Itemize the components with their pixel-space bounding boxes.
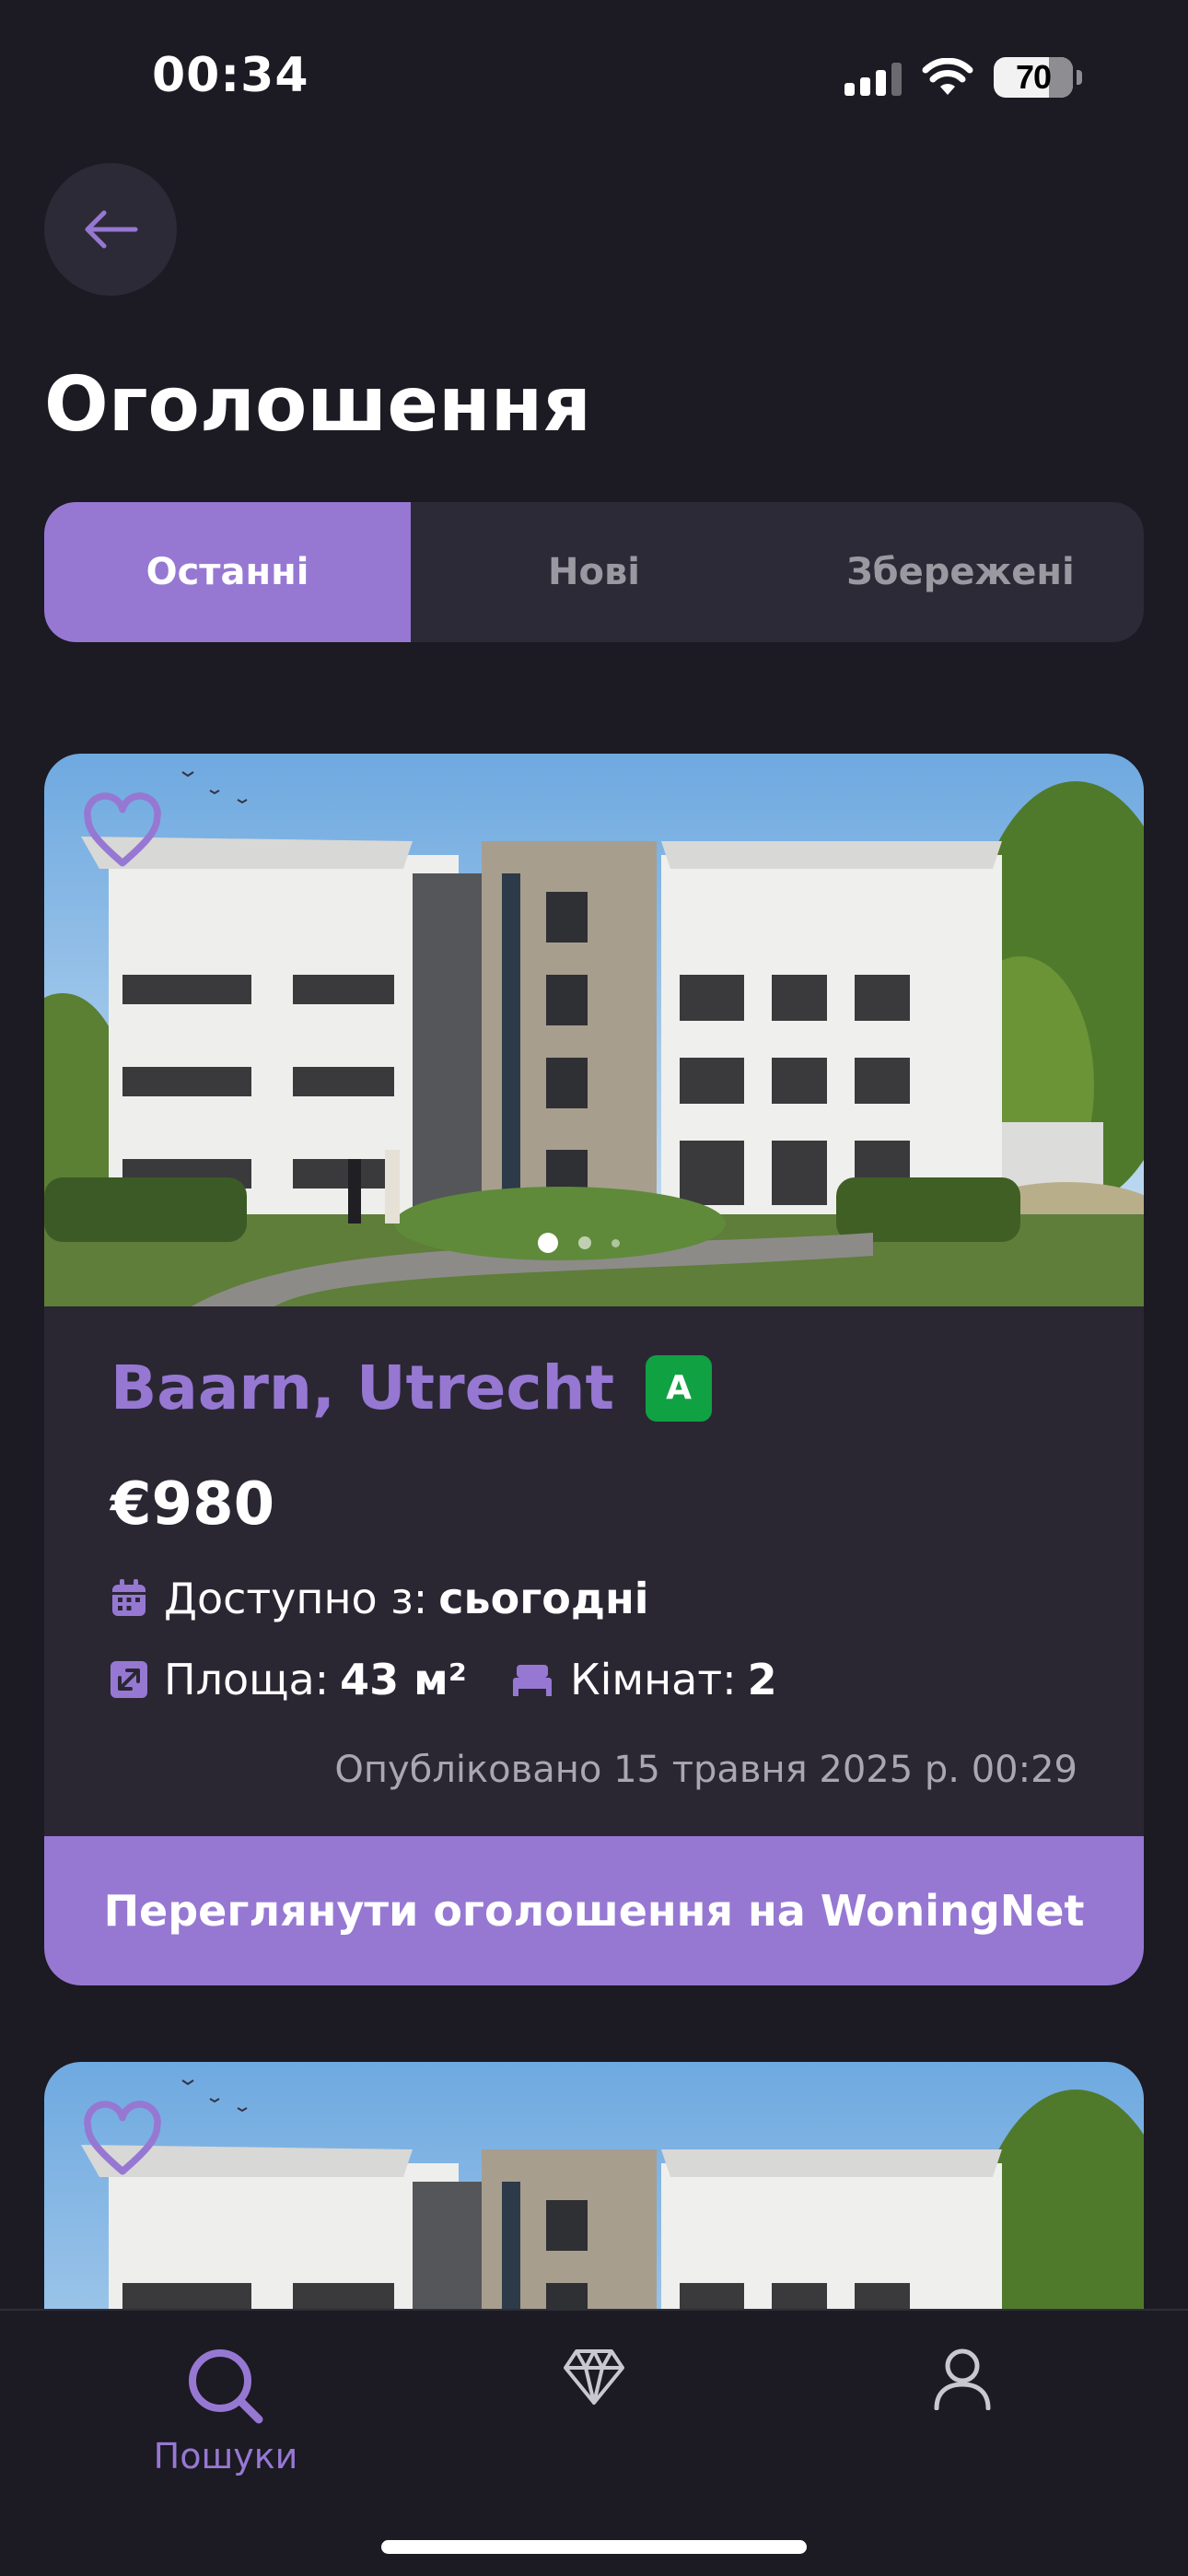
battery-level: 70	[1015, 58, 1052, 96]
energy-label-badge: A	[646, 1354, 713, 1422]
listing-tabs: Останні Нові Збережені	[44, 502, 1144, 642]
battery-icon: 70	[994, 57, 1073, 98]
available-from-row: Доступно з: сьогодні	[111, 1574, 649, 1623]
area-label: Площа:	[164, 1655, 330, 1704]
tab-saved[interactable]: Збережені	[777, 502, 1144, 642]
nav-label: Пошуки	[153, 2436, 298, 2476]
expand-area-icon	[111, 1661, 147, 1698]
home-indicator[interactable]	[381, 2540, 807, 2554]
area-value: 43 м²	[340, 1655, 467, 1704]
bottom-navigation: Пошуки	[0, 2309, 1188, 2576]
area-rooms-row: Площа: 43 м² Кімнат: 2	[111, 1655, 777, 1704]
listing-details: Baarn, Utrecht A €980 Доступно з: сьогод…	[44, 1306, 1144, 1801]
rooms-value: 2	[747, 1655, 777, 1704]
nav-item-searches[interactable]: Пошуки	[106, 2348, 345, 2476]
image-pagination	[538, 1233, 620, 1253]
listing-price: €980	[111, 1470, 275, 1539]
cellular-signal-icon	[844, 59, 902, 96]
listing-photo[interactable]	[44, 754, 1144, 1306]
rooms-label: Кімнат:	[569, 1655, 737, 1704]
profile-icon	[934, 2348, 991, 2410]
heart-icon[interactable]	[81, 790, 164, 873]
calendar-icon	[112, 1579, 146, 1616]
status-bar: 00:34 70	[0, 0, 1188, 157]
location-row: Baarn, Utrecht A	[111, 1352, 713, 1423]
wifi-icon	[922, 58, 973, 95]
diamond-icon	[564, 2349, 624, 2405]
tab-recent[interactable]: Останні	[44, 502, 411, 642]
status-time: 00:34	[152, 48, 309, 103]
pagination-dot[interactable]	[578, 1236, 591, 1249]
back-button[interactable]	[44, 163, 177, 296]
available-value: сьогодні	[438, 1574, 649, 1623]
status-indicators: 70	[844, 57, 1082, 98]
pagination-dot-active[interactable]	[538, 1233, 558, 1253]
heart-icon[interactable]	[81, 2099, 164, 2182]
bed-icon	[512, 1665, 552, 1696]
nav-item-profile[interactable]	[843, 2348, 1082, 2410]
listing-location: Baarn, Utrecht	[111, 1352, 615, 1423]
nav-item-premium[interactable]	[474, 2348, 714, 2406]
arrow-left-icon	[85, 210, 138, 249]
building-photo	[44, 754, 1144, 1306]
pagination-dot[interactable]	[611, 1238, 620, 1247]
tab-new[interactable]: Нові	[411, 502, 777, 642]
available-label: Доступно з:	[164, 1574, 428, 1623]
view-listing-button[interactable]: Переглянути оголошення на WoningNet	[44, 1836, 1144, 1985]
search-icon	[189, 2349, 263, 2424]
published-date: Опубліковано 15 травня 2025 р. 00:29	[334, 1749, 1077, 1791]
listing-card: Baarn, Utrecht A €980 Доступно з: сьогод…	[44, 754, 1144, 1985]
page-title: Оголошення	[44, 361, 591, 449]
